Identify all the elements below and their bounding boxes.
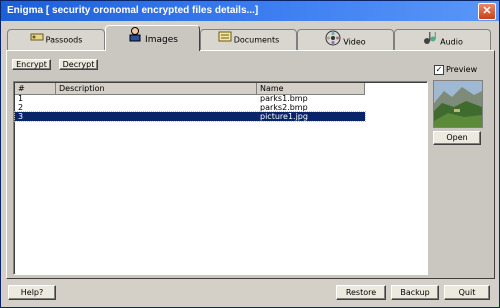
row-name: picture1.jpg bbox=[260, 112, 308, 121]
backup-button[interactable]: Backup bbox=[391, 285, 439, 300]
table-row[interactable]: 2 parks2.bmp bbox=[15, 103, 365, 112]
title-bar[interactable]: Enigma [ security oronomal encrypted fil… bbox=[1, 1, 499, 21]
preview-checkbox[interactable]: ✓ bbox=[434, 65, 444, 75]
row-name: parks1.bmp bbox=[260, 94, 308, 103]
decrypt-button[interactable]: Decrypt bbox=[59, 59, 98, 70]
tab-passwords[interactable]: Passoods bbox=[7, 29, 105, 50]
open-label: Open bbox=[446, 133, 468, 142]
row-number: 2 bbox=[18, 103, 24, 112]
table-row[interactable]: 1 parks1.bmp bbox=[15, 94, 365, 103]
close-icon: ✕ bbox=[482, 5, 492, 17]
restore-label: Restore bbox=[345, 288, 377, 297]
tab-label: Passoods bbox=[45, 35, 83, 45]
tab-label: Audio bbox=[440, 37, 463, 47]
encrypt-button[interactable]: Encrypt bbox=[12, 59, 51, 70]
window-title: Enigma [ security oronomal encrypted fil… bbox=[7, 5, 259, 16]
tab-label: Documents bbox=[233, 35, 280, 45]
landscape-thumbnail bbox=[434, 81, 482, 127]
help-label: Help? bbox=[20, 288, 44, 297]
row-number: 1 bbox=[18, 94, 24, 103]
tab-label: Images bbox=[145, 35, 178, 45]
quit-label: Quit bbox=[458, 288, 476, 297]
table-row-selected[interactable]: 3 picture1.jpg bbox=[14, 111, 366, 122]
row-number: 3 bbox=[18, 112, 24, 121]
main-window: Enigma [ security oronomal encrypted fil… bbox=[0, 0, 500, 308]
help-button[interactable]: Help? bbox=[8, 285, 56, 300]
tab-images[interactable]: Images bbox=[105, 25, 200, 51]
tab-audio[interactable]: Audio bbox=[394, 29, 491, 50]
document-icon bbox=[218, 30, 232, 50]
row-name: parks2.bmp bbox=[260, 103, 308, 112]
quit-button[interactable]: Quit bbox=[444, 285, 490, 300]
tab-video[interactable]: Video bbox=[297, 29, 394, 50]
decrypt-label: Decrypt bbox=[62, 60, 95, 69]
encrypt-label: Encrypt bbox=[16, 60, 47, 69]
restore-button[interactable]: Restore bbox=[336, 285, 386, 300]
tab-label: Video bbox=[343, 37, 366, 47]
file-list[interactable]: # Description Name 1 parks1.bmp 2 parks2… bbox=[13, 81, 428, 275]
person-icon bbox=[127, 26, 143, 53]
tab-documents[interactable]: Documents bbox=[200, 29, 297, 50]
image-preview bbox=[433, 80, 483, 128]
preview-label: Preview bbox=[446, 65, 478, 74]
backup-label: Backup bbox=[400, 288, 430, 297]
close-button[interactable]: ✕ bbox=[478, 3, 496, 20]
key-icon bbox=[30, 30, 44, 50]
checkmark-icon: ✓ bbox=[435, 65, 443, 74]
open-button[interactable]: Open bbox=[433, 131, 481, 145]
